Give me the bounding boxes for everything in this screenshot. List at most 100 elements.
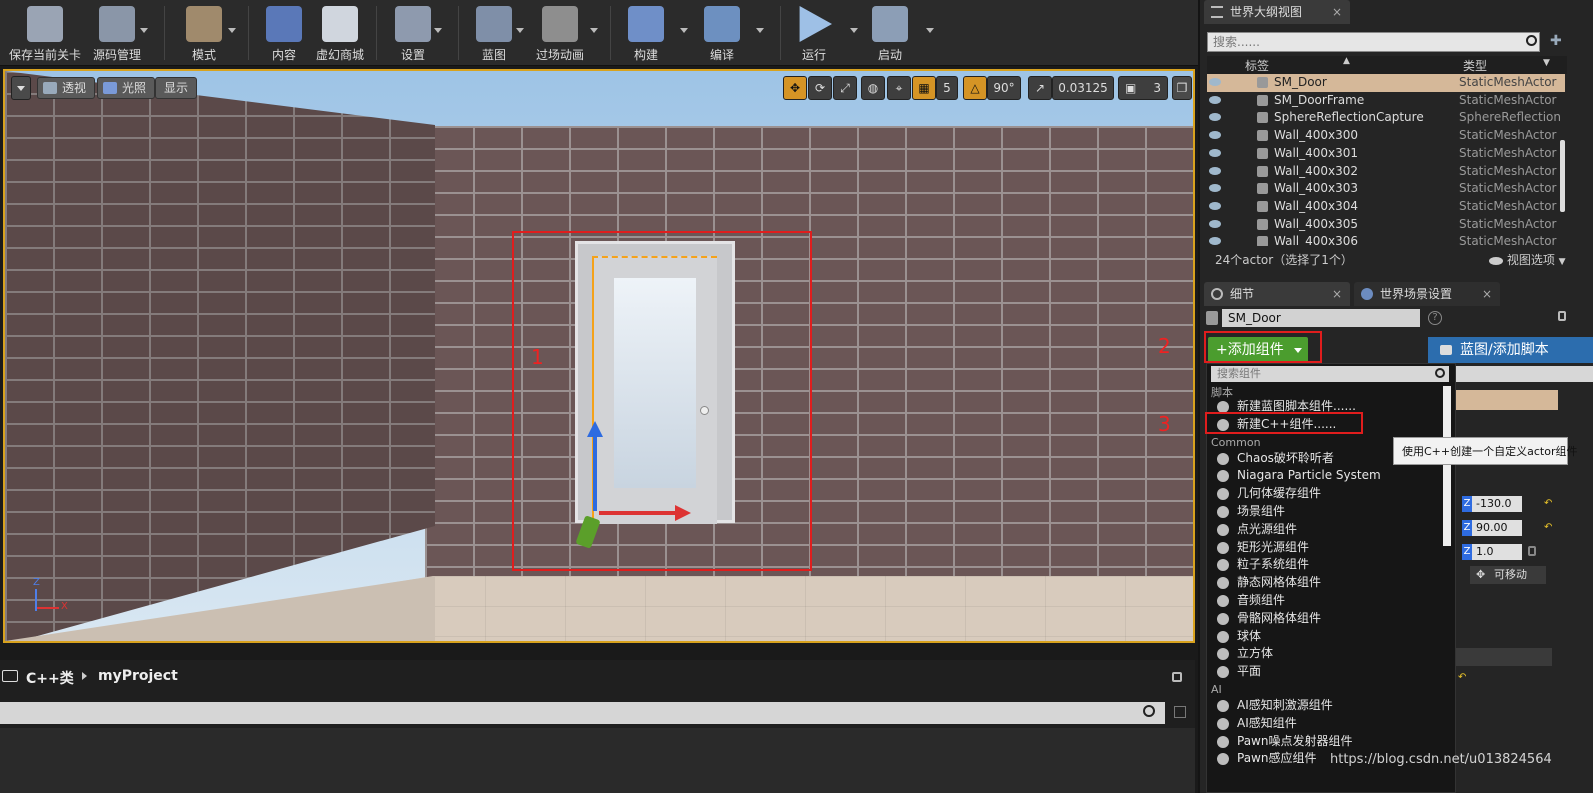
marketplace-button[interactable]: 虚幻商城 xyxy=(312,2,368,64)
close-icon[interactable]: × xyxy=(1332,282,1342,306)
menu-item[interactable]: 矩形光源组件 xyxy=(1211,539,1439,557)
menu-item[interactable]: Pawn噪点发射器组件 xyxy=(1211,733,1439,751)
coordinate-system-button[interactable]: ◍ xyxy=(861,76,885,100)
col-label[interactable]: 标签 xyxy=(1245,57,1269,74)
breadcrumb-folder[interactable]: myProject xyxy=(98,668,178,684)
outliner-row[interactable]: SM_DoorFrame StaticMeshActor xyxy=(1207,92,1565,110)
outliner-row[interactable]: Wall_400x304 StaticMeshActor xyxy=(1207,198,1565,216)
rotate-mode-button[interactable]: ⟳ xyxy=(808,76,832,100)
play-button[interactable]: 运行 xyxy=(790,2,858,64)
outliner-scrollbar[interactable] xyxy=(1560,140,1565,212)
grid-snap-toggle[interactable]: ▦ xyxy=(912,76,936,100)
compile-button[interactable]: 编译 xyxy=(698,2,764,64)
menu-item[interactable]: 球体 xyxy=(1211,628,1439,646)
rotation-snap-toggle[interactable]: △ xyxy=(963,76,987,100)
launch-button[interactable]: 启动 xyxy=(866,2,934,64)
help-icon[interactable]: ? xyxy=(1428,311,1442,325)
tab-world-outliner[interactable]: 世界大纲视图 × xyxy=(1204,0,1350,24)
blueprints-button[interactable]: 蓝图 xyxy=(470,2,524,64)
component-search-input[interactable]: 搜索组件 xyxy=(1211,366,1449,382)
scale-snap-value[interactable]: 0.03125 xyxy=(1052,76,1114,100)
chevron-down-icon[interactable] xyxy=(228,28,236,33)
eye-icon[interactable] xyxy=(1209,78,1221,86)
save-search-icon[interactable] xyxy=(1174,706,1186,718)
menu-item[interactable]: 点光源组件 xyxy=(1211,521,1439,539)
breadcrumb-root[interactable]: C++类 xyxy=(26,668,74,688)
content-search-input[interactable] xyxy=(0,702,1165,724)
camera-speed-button[interactable]: ▣ 3 xyxy=(1118,76,1168,100)
grid-snap-value[interactable]: 5 xyxy=(936,76,958,100)
chevron-down-icon[interactable]: ▼ xyxy=(1543,58,1550,68)
tab-details[interactable]: 细节 × xyxy=(1204,282,1350,306)
build-button[interactable]: 构建 xyxy=(622,2,688,64)
eye-icon[interactable] xyxy=(1209,113,1221,122)
rotation-snap-value[interactable]: 90° xyxy=(987,76,1021,100)
maximize-viewport-button[interactable]: ❐ xyxy=(1172,76,1192,100)
eye-icon[interactable] xyxy=(1209,219,1221,228)
viewport-options-button[interactable] xyxy=(11,76,31,100)
lock-icon[interactable] xyxy=(1558,311,1566,321)
chevron-down-icon[interactable] xyxy=(516,28,524,33)
menu-item[interactable]: 音频组件 xyxy=(1211,592,1439,610)
show-button[interactable]: 显示 xyxy=(155,77,198,99)
perspective-button[interactable]: 透视 xyxy=(37,77,96,99)
chevron-down-icon[interactable] xyxy=(756,28,764,33)
location-z-field[interactable]: Z -130.0 xyxy=(1462,496,1522,512)
save-level-button[interactable]: 保存当前关卡 xyxy=(5,2,85,64)
settings-button[interactable]: 设置 xyxy=(388,2,442,64)
outliner-row[interactable]: SM_Door StaticMeshActor xyxy=(1207,74,1565,92)
rotation-z-field[interactable]: Z 90.00 xyxy=(1462,520,1522,536)
actor-name-input[interactable]: SM_Door xyxy=(1222,309,1420,327)
chevron-down-icon[interactable] xyxy=(434,28,442,33)
eye-icon[interactable] xyxy=(1209,184,1221,193)
menu-item[interactable]: 静态网格体组件 xyxy=(1211,574,1439,592)
menu-item[interactable]: 几何体缓存组件 xyxy=(1211,485,1439,503)
outliner-row[interactable]: Wall_400x303 StaticMeshActor xyxy=(1207,180,1565,198)
menu-item[interactable]: 立方体 xyxy=(1211,645,1439,663)
mobility-movable-button[interactable]: ✥ 可移动 xyxy=(1470,566,1546,584)
outliner-row[interactable]: Wall_400x305 StaticMeshActor xyxy=(1207,216,1565,234)
close-icon[interactable]: × xyxy=(1482,282,1492,306)
menu-item[interactable]: 粒子系统组件 xyxy=(1211,556,1439,574)
level-viewport[interactable]: 1 Z X 透视 光照 显示 ✥ ⟳ ⤢ ◍ ⌖ ▦ 5 △ 90° ↗ 0.0… xyxy=(3,69,1195,643)
content-area[interactable] xyxy=(0,728,1195,793)
translate-mode-button[interactable]: ✥ xyxy=(783,76,807,100)
eye-icon[interactable] xyxy=(1209,95,1221,104)
property-dropdown[interactable] xyxy=(1456,648,1552,666)
lock-icon[interactable] xyxy=(1172,672,1182,682)
outliner-row[interactable]: Wall_400x301 StaticMeshActor xyxy=(1207,145,1565,163)
menu-item[interactable]: AI感知组件 xyxy=(1211,715,1439,733)
modes-button[interactable]: 模式 xyxy=(176,2,236,64)
eye-icon[interactable] xyxy=(1209,131,1221,140)
tab-world-settings[interactable]: 世界场景设置 × xyxy=(1354,282,1500,306)
chevron-down-icon[interactable] xyxy=(926,28,934,33)
eye-icon[interactable] xyxy=(1209,166,1221,175)
cinematics-button[interactable]: 过场动画 xyxy=(532,2,598,64)
chevron-down-icon[interactable] xyxy=(140,28,148,33)
menu-item[interactable]: 骨骼网格体组件 xyxy=(1211,610,1439,628)
close-icon[interactable]: × xyxy=(1332,0,1342,24)
col-type[interactable]: 类型 xyxy=(1463,57,1487,74)
menu-item[interactable]: 平面 xyxy=(1211,663,1439,681)
properties-search-input[interactable] xyxy=(1456,366,1593,382)
outliner-row[interactable]: Wall_400x300 StaticMeshActor xyxy=(1207,127,1565,145)
outliner-search-input[interactable]: 搜索...... xyxy=(1207,32,1540,52)
menu-item[interactable]: Niagara Particle System xyxy=(1211,467,1439,485)
view-options-button[interactable]: 视图选项 ▼ xyxy=(1489,250,1566,272)
chevron-down-icon[interactable] xyxy=(680,28,688,33)
add-filter-icon[interactable]: ✚ xyxy=(1550,33,1562,49)
outliner-row[interactable]: Wall_400x302 StaticMeshActor xyxy=(1207,163,1565,181)
scale-mode-button[interactable]: ⤢ xyxy=(833,76,857,100)
eye-icon[interactable] xyxy=(1209,148,1221,157)
content-button[interactable]: 内容 xyxy=(260,2,308,64)
menu-item[interactable]: AI感知刺激源组件 xyxy=(1211,697,1439,715)
eye-icon[interactable] xyxy=(1209,237,1221,246)
reset-arrow-icon[interactable]: ↶ xyxy=(1458,672,1466,683)
search-icon[interactable] xyxy=(1143,705,1155,717)
lock-icon[interactable] xyxy=(1528,546,1536,556)
source-control-button[interactable]: 源码管理 xyxy=(88,2,148,64)
menu-scrollbar[interactable] xyxy=(1443,386,1451,546)
chevron-down-icon[interactable] xyxy=(590,28,598,33)
chevron-down-icon[interactable] xyxy=(850,28,858,33)
scale-snap-toggle[interactable]: ↗ xyxy=(1028,76,1052,100)
